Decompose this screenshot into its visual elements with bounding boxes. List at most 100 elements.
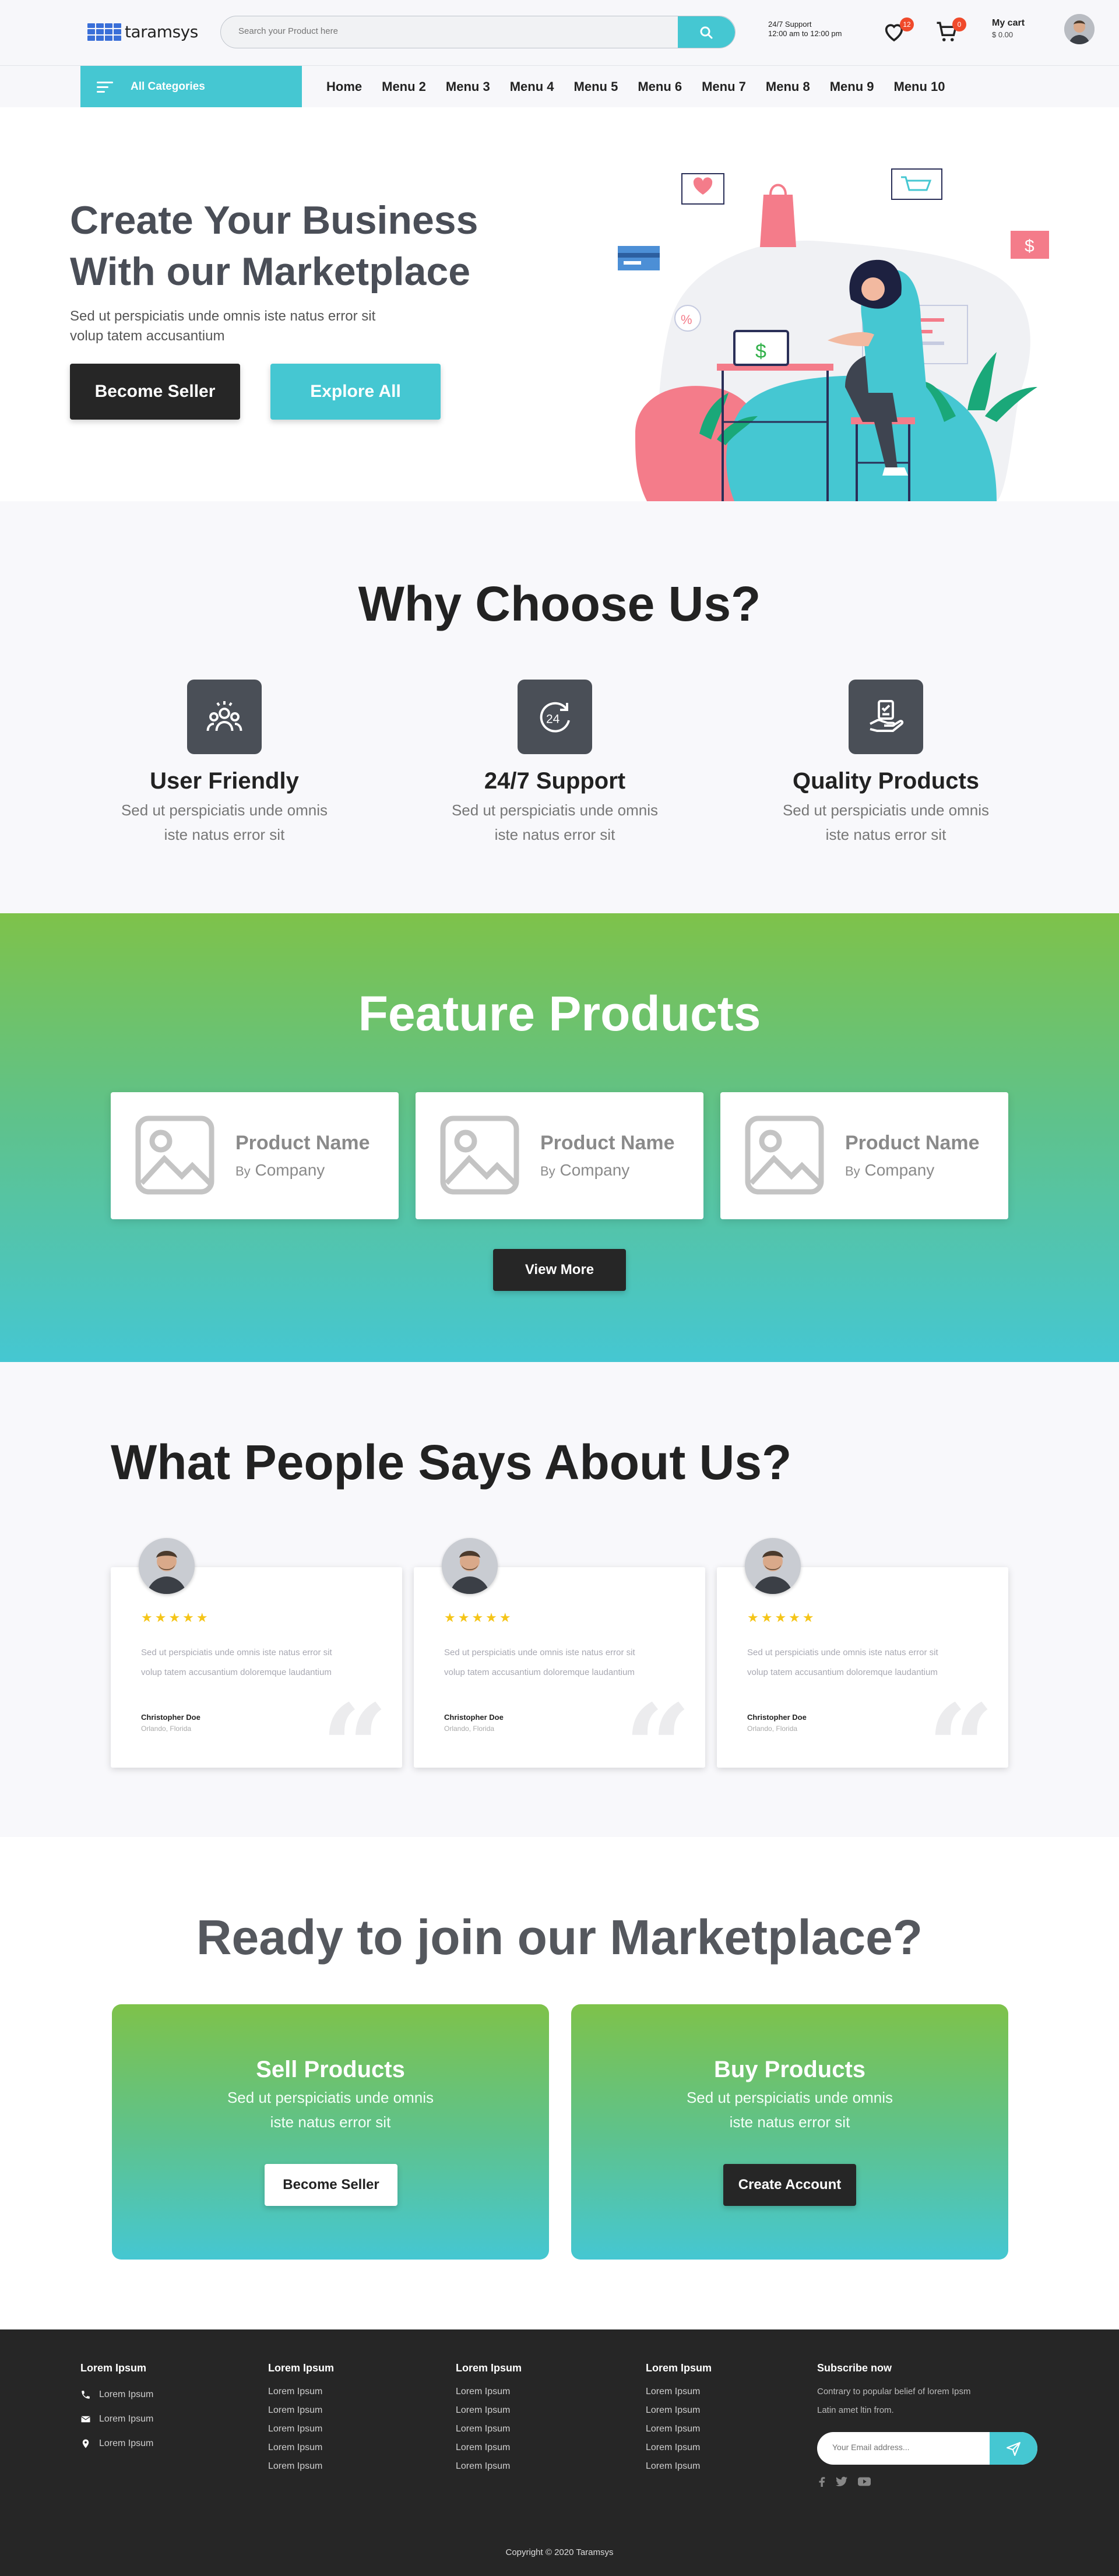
feature-desc-line-1: Sed ut perspiciatis unde omnis: [451, 801, 659, 819]
footer-link[interactable]: Lorem Ipsum: [646, 2383, 712, 2401]
footer-column-title: Lorem Ipsum: [646, 2362, 712, 2374]
feature-title: Quality Products: [792, 768, 980, 794]
footer-link[interactable]: Lorem Ipsum: [268, 2420, 334, 2438]
search-icon: [700, 26, 713, 39]
sell-card-title: Sell Products: [256, 2057, 405, 2082]
twitter-icon[interactable]: [836, 2476, 847, 2487]
sell-desc-line-1: Sed ut perspiciatis unde omnis: [227, 2089, 434, 2106]
cart-summary[interactable]: My cart $ 0.00: [992, 17, 1025, 41]
feature-desc-line-2: iste natus error sit: [494, 826, 615, 843]
testimonials-section: What People Says About Us? ★★★★★ Sed ut …: [0, 1362, 1119, 1837]
footer-link[interactable]: Lorem Ipsum: [646, 2438, 712, 2457]
support-hours: 12:00 am to 12:00 pm: [768, 29, 842, 38]
product-company-name: Company: [864, 1161, 935, 1179]
feature-products-section: Feature Products Product Name By Company…: [0, 913, 1119, 1362]
sell-products-card: Sell Products Sed ut perspiciatis unde o…: [112, 2004, 549, 2260]
menu-item-4[interactable]: Menu 4: [510, 79, 554, 94]
ready-title: Ready to join our Marketplace?: [196, 1910, 923, 1965]
product-card[interactable]: Product Name By Company: [720, 1092, 1008, 1219]
reviewer-name: Christopher Doe: [141, 1713, 200, 1722]
illustration-dollar-text: $: [755, 340, 766, 363]
menu-item-3[interactable]: Menu 3: [446, 79, 490, 94]
all-categories-button[interactable]: All Categories: [80, 66, 302, 108]
mail-icon: [81, 2416, 90, 2423]
testimonial-text-line-1: Sed ut perspiciatis unde omnis iste natu…: [747, 1648, 938, 1657]
footer-link[interactable]: Lorem Ipsum: [456, 2438, 522, 2457]
become-seller-cta-button[interactable]: Become Seller: [265, 2164, 397, 2206]
logo[interactable]: taramsys: [87, 22, 198, 41]
svg-text:%: %: [681, 312, 692, 327]
avatar-image: [139, 1538, 195, 1594]
menu-item-2[interactable]: Menu 2: [382, 79, 426, 94]
menu-item-6[interactable]: Menu 6: [638, 79, 682, 94]
hero-illustration: $ $ %: [618, 168, 1049, 501]
footer-link[interactable]: Lorem Ipsum: [456, 2420, 522, 2438]
location-pin-icon: [82, 2439, 89, 2448]
buy-desc-line-1: Sed ut perspiciatis unde omnis: [686, 2089, 893, 2106]
sell-desc-line-2: iste natus error sit: [270, 2113, 391, 2131]
menu-item-10[interactable]: Menu 10: [894, 79, 945, 94]
menu-item-9[interactable]: Menu 9: [830, 79, 874, 94]
youtube-icon[interactable]: [858, 2476, 871, 2487]
join-marketplace-section: Ready to join our Marketplace? Sell Prod…: [0, 1837, 1119, 2329]
subscribe-title: Subscribe now: [817, 2362, 892, 2374]
reviewer-location: Orlando, Florida: [444, 1725, 495, 1733]
footer-link[interactable]: Lorem Ipsum: [646, 2401, 712, 2420]
rating-stars: ★★★★★: [444, 1610, 513, 1625]
user-avatar[interactable]: [1064, 14, 1095, 44]
avatar-image: [745, 1538, 801, 1594]
feature-description: Sed ut perspiciatis unde omnis iste natus…: [432, 798, 677, 847]
footer-link[interactable]: Lorem Ipsum: [456, 2457, 522, 2476]
avatar: [139, 1538, 195, 1594]
24h-support-icon: 24: [518, 680, 592, 754]
contact-email[interactable]: Lorem Ipsum: [80, 2407, 153, 2431]
site-header: taramsys 24/7 Support 12:00 am to 12:00 …: [0, 0, 1119, 65]
product-company: By Company: [845, 1161, 934, 1180]
create-account-button[interactable]: Create Account: [723, 2164, 856, 2206]
testimonial-text-line-1: Sed ut perspiciatis unde omnis iste natu…: [444, 1648, 635, 1657]
why-title: Why Choose Us?: [358, 576, 761, 631]
footer-link[interactable]: Lorem Ipsum: [268, 2401, 334, 2420]
phone-icon: [82, 2391, 90, 2399]
feature-quality: Quality Products Sed ut perspiciatis und…: [763, 680, 1008, 847]
contact-address[interactable]: Lorem Ipsum: [80, 2431, 153, 2456]
footer-link[interactable]: Lorem Ipsum: [268, 2457, 334, 2476]
subscribe-button[interactable]: [990, 2432, 1037, 2465]
footer-link[interactable]: Lorem Ipsum: [456, 2401, 522, 2420]
testimonials-title: What People Says About Us?: [111, 1435, 792, 1490]
become-seller-button[interactable]: Become Seller: [70, 364, 240, 420]
wishlist-count-badge: 12: [900, 17, 914, 31]
subscribe-email-input[interactable]: [832, 2443, 978, 2452]
menu-item-8[interactable]: Menu 8: [766, 79, 810, 94]
product-name: Product Name: [540, 1132, 675, 1154]
wishlist-button[interactable]: 12: [882, 17, 914, 45]
footer-link[interactable]: Lorem Ipsum: [646, 2420, 712, 2438]
cart-count-badge: 0: [952, 17, 966, 31]
subscribe-desc-line-2: Latin amet ltin from.: [817, 2405, 894, 2415]
menu-item-home[interactable]: Home: [326, 79, 362, 94]
footer-link[interactable]: Lorem Ipsum: [268, 2438, 334, 2457]
product-card[interactable]: Product Name By Company: [416, 1092, 703, 1219]
facebook-icon[interactable]: [818, 2476, 825, 2487]
menu-item-5[interactable]: Menu 5: [574, 79, 618, 94]
hero-title-line-2: With our Marketplace: [70, 249, 471, 294]
testimonial-card: ★★★★★ Sed ut perspiciatis unde omnis ist…: [414, 1538, 705, 1806]
menu-item-7[interactable]: Menu 7: [702, 79, 746, 94]
footer-link[interactable]: Lorem Ipsum: [456, 2383, 522, 2401]
product-card[interactable]: Product Name By Company: [111, 1092, 399, 1219]
search-input[interactable]: [238, 26, 646, 36]
product-by-label: By: [540, 1164, 555, 1178]
footer-link[interactable]: Lorem Ipsum: [646, 2457, 712, 2476]
quote-icon: “: [624, 1679, 691, 1816]
contact-phone[interactable]: Lorem Ipsum: [80, 2383, 153, 2407]
reviewer-name: Christopher Doe: [444, 1713, 504, 1722]
cart-button[interactable]: 0: [935, 17, 966, 45]
view-more-button[interactable]: View More: [493, 1249, 626, 1291]
testimonial-text: Sed ut perspiciatis unde omnis iste natu…: [444, 1643, 689, 1683]
explore-all-button[interactable]: Explore All: [270, 364, 441, 420]
footer-link[interactable]: Lorem Ipsum: [268, 2383, 334, 2401]
search-button[interactable]: [678, 16, 735, 48]
copyright-text: Copyright © 2020 Taramsys: [505, 2547, 614, 2557]
footer-column-title: Lorem Ipsum: [456, 2362, 522, 2374]
contact-phone-text: Lorem Ipsum: [99, 2390, 154, 2399]
